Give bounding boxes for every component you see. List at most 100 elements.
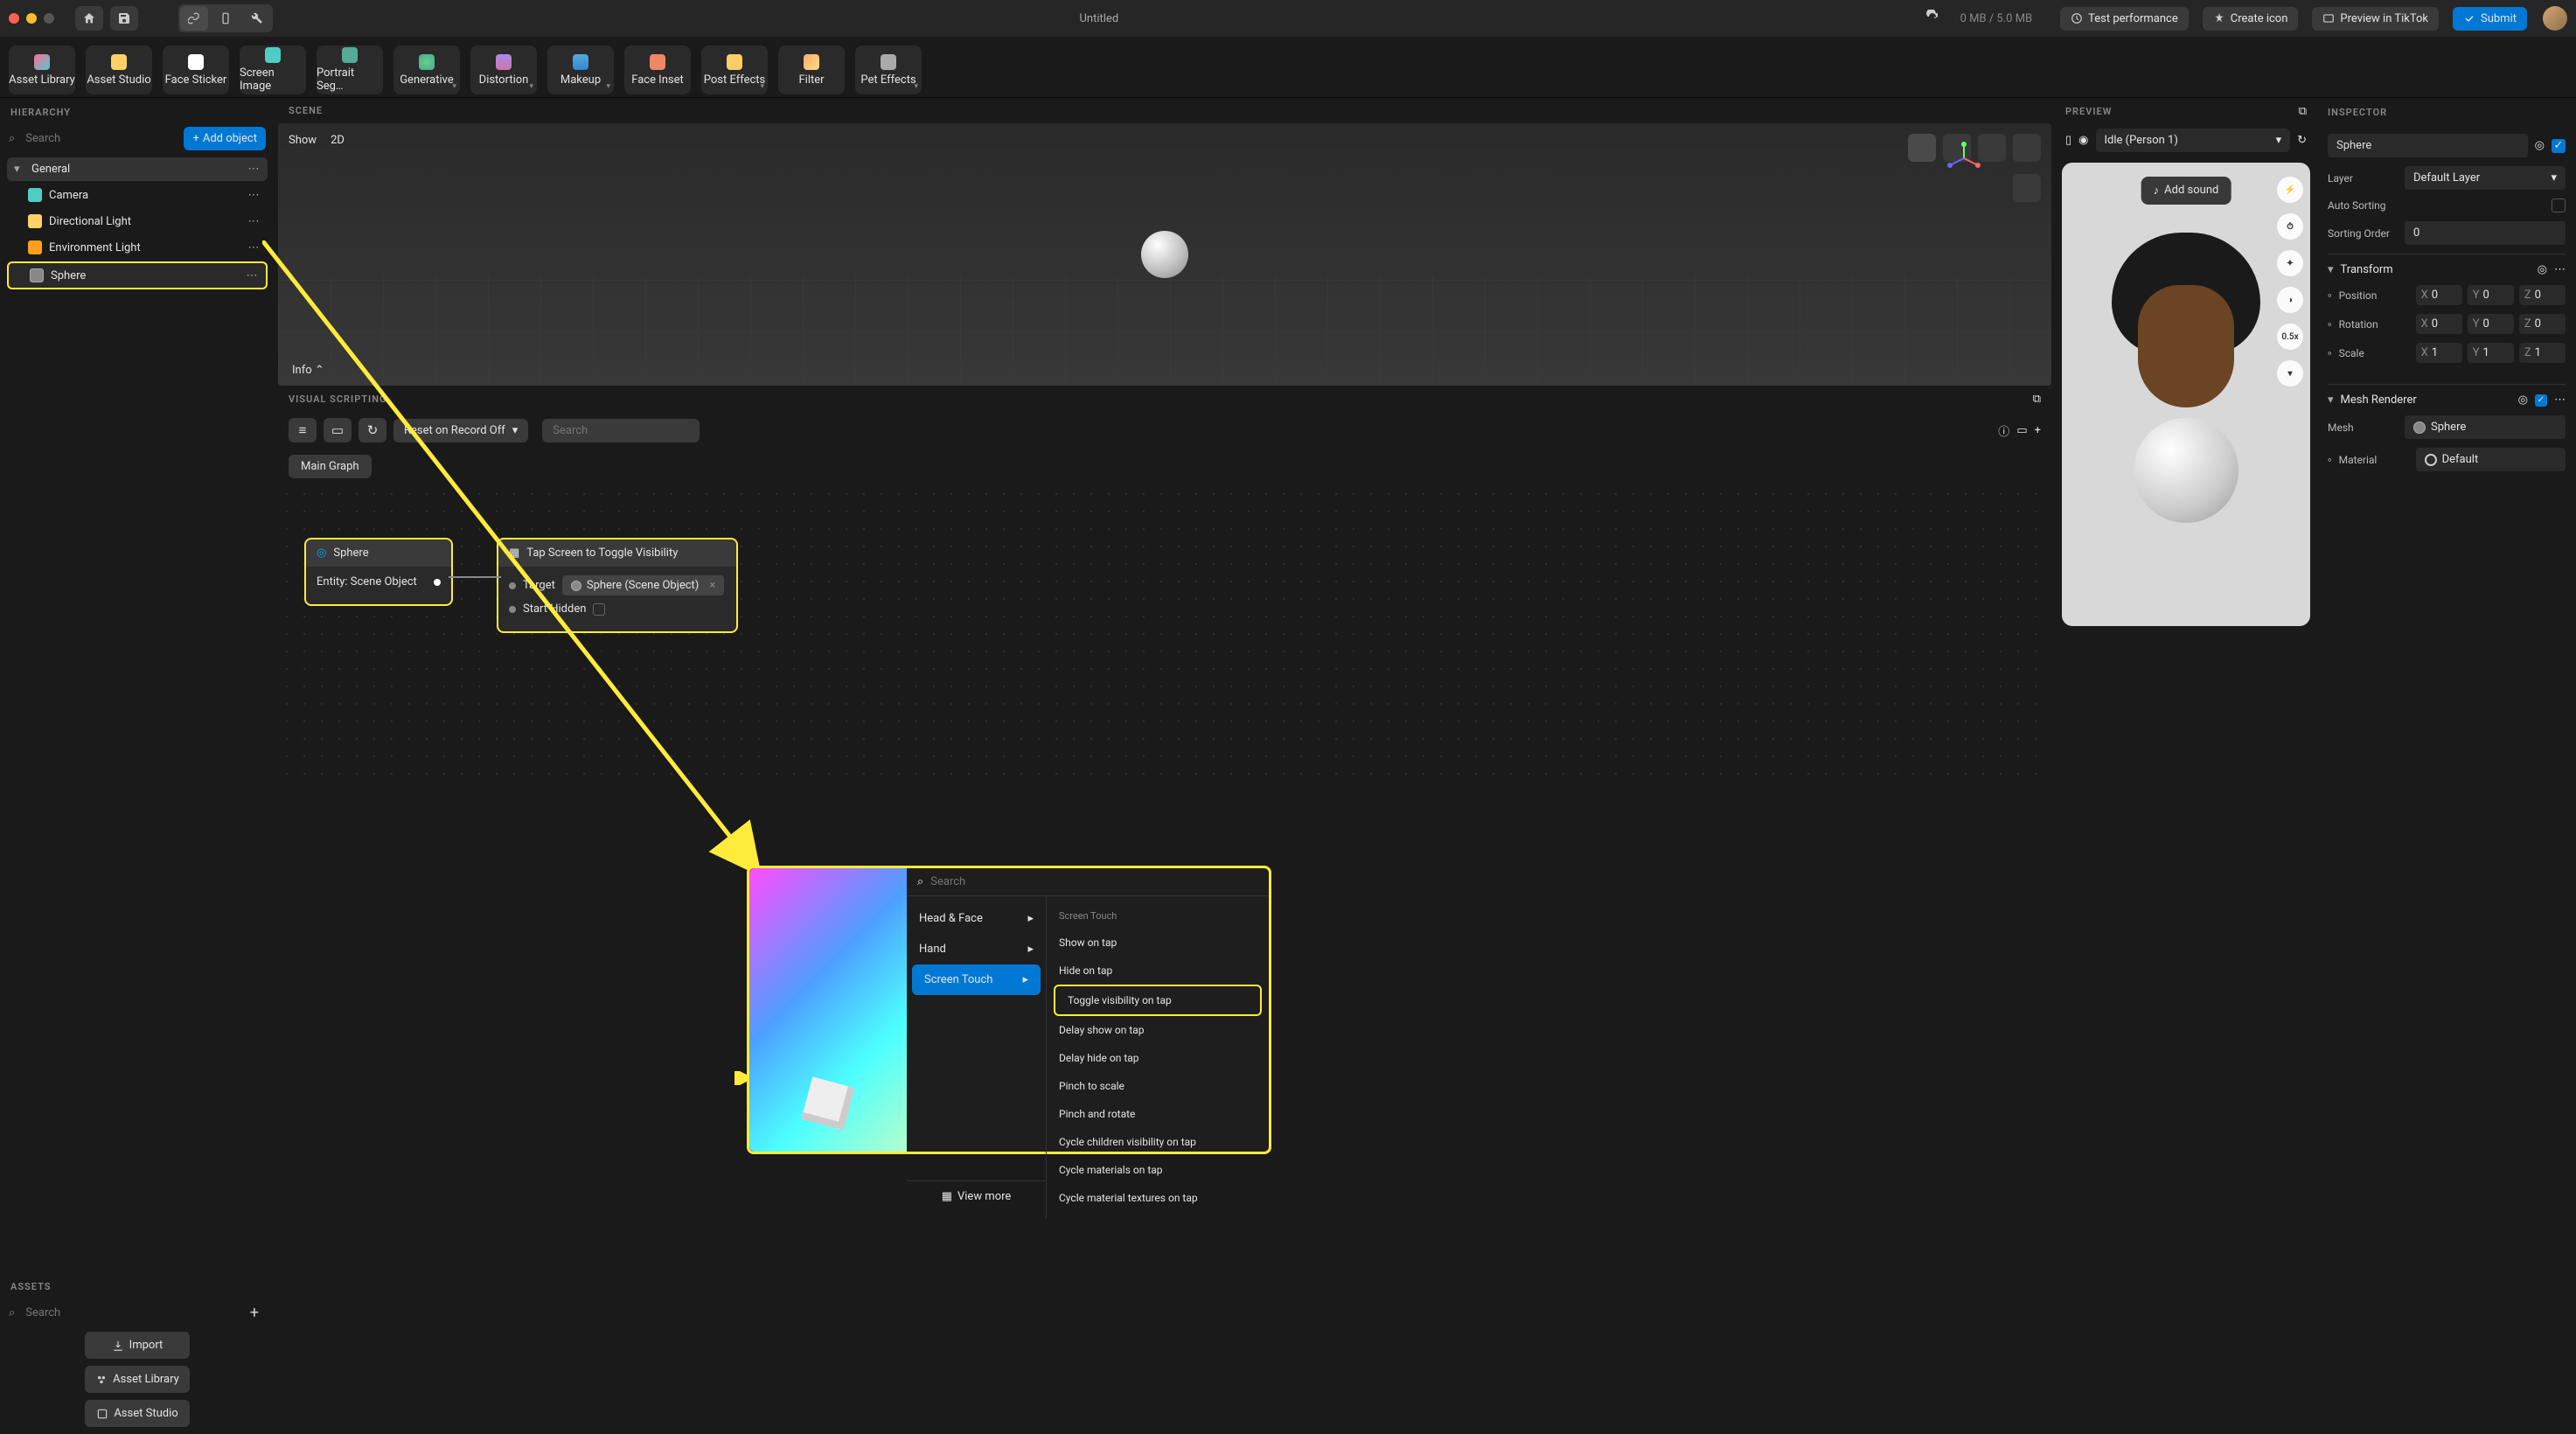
tree-item-directional-light[interactable]: Directional Light⋯ [7,209,268,233]
context-menu-icon[interactable]: ⋯ [247,163,261,176]
scene-viewport[interactable]: Show 2D Info ⌃ [278,123,2051,386]
link-icon[interactable]: ◦ [2328,289,2332,303]
tree-item-environment-light[interactable]: Environment Light⋯ [7,235,268,260]
item-pinch-to-scale[interactable]: Pinch to scale [1047,1072,1269,1100]
effects-button[interactable]: ◑ [2277,287,2303,313]
add-object-button[interactable]: +Add object [184,127,266,150]
tool-post-effects[interactable]: Post Effects [701,45,768,94]
expand-button[interactable]: ▾ [2277,360,2303,386]
move-gizmo-button[interactable] [1908,134,1936,162]
scl-y-input[interactable]: Y1 [2468,343,2514,363]
vs-reset-dropdown[interactable]: Reset on Record Off▾ [393,419,528,442]
view-more-button[interactable]: ▦View more [907,1180,1046,1212]
user-avatar[interactable] [2543,6,2567,31]
vs-info-button[interactable]: ⓘ [1998,422,2009,439]
category-hand[interactable]: Hand▸ [907,934,1046,964]
reset-icon[interactable]: ◎ [2518,393,2528,407]
item-show-on-tap[interactable]: Show on tap [1047,929,1269,957]
link-icon[interactable]: ◦ [2328,453,2332,467]
context-menu-icon[interactable]: ⋯ [247,189,261,202]
minimize-window-icon[interactable] [26,13,37,24]
layer-dropdown[interactable]: Default Layer▾ [2405,166,2566,190]
more-icon[interactable]: ⋯ [2554,263,2566,276]
preview-tiktok-button[interactable]: Preview in TikTok [2312,7,2439,31]
item-cycle-materials[interactable]: Cycle materials on tap [1047,1156,1269,1184]
item-delay-show-on-tap[interactable]: Delay show on tap [1047,1016,1269,1044]
vs-list-button[interactable]: ≡ [289,418,317,442]
tools-mode-button[interactable] [243,6,271,31]
hierarchy-search-input[interactable] [20,127,178,150]
scl-x-input[interactable]: X1 [2416,343,2462,363]
popup-search-input[interactable] [930,875,1258,888]
scene-info-toggle[interactable]: Info ⌃ [292,364,324,377]
item-toggle-visibility-on-tap[interactable]: Toggle visibility on tap [1054,985,1262,1016]
transform-header[interactable]: ▾Transform◎⋯ [2328,263,2566,276]
tree-item-camera[interactable]: Camera⋯ [7,183,268,207]
tree-root-general[interactable]: ▾General⋯ [7,157,268,181]
material-field[interactable]: Default [2416,448,2566,471]
node-header[interactable]: ◎Sphere [306,539,451,567]
item-delay-hide-on-tap[interactable]: Delay hide on tap [1047,1044,1269,1072]
sorting-order-input[interactable]: 0 [2405,221,2566,245]
link-mode-button[interactable] [180,6,208,31]
mode-2d-toggle[interactable]: 2D [331,134,345,147]
submit-button[interactable]: Submit [2453,7,2527,31]
input-port[interactable] [509,606,516,613]
tool-distortion[interactable]: Distortion [470,45,537,94]
tool-face-sticker[interactable]: Face Sticker [163,45,229,94]
rot-z-input[interactable]: Z0 [2519,314,2566,334]
vs-search-input[interactable] [542,419,700,442]
scene-sphere-object[interactable] [1141,231,1188,278]
node-tap-toggle[interactable]: ▦Tap Screen to Toggle Visibility TargetS… [497,538,738,633]
tool-pet-effects[interactable]: Pet Effects [855,45,922,94]
tool-makeup[interactable]: Makeup [547,45,614,94]
close-window-icon[interactable] [9,13,19,24]
scl-z-input[interactable]: Z1 [2519,343,2566,363]
tool-face-inset[interactable]: Face Inset [624,45,691,94]
assets-search-input[interactable] [20,1301,238,1325]
input-port[interactable] [509,582,516,589]
enabled-checkbox[interactable]: ✓ [2535,394,2547,407]
popout-icon[interactable]: ⧉ [2033,393,2041,406]
reset-icon[interactable]: ◎ [2538,263,2547,276]
vs-panel-button[interactable]: ▭ [324,418,352,442]
add-sound-button[interactable]: ♪Add sound [2141,177,2231,205]
more-icon[interactable]: ⋯ [2554,393,2566,407]
pos-x-input[interactable]: X0 [2416,285,2462,305]
category-head-face[interactable]: Head & Face▸ [907,903,1046,934]
vs-refresh-button[interactable]: ↻ [359,418,386,442]
category-screen-touch[interactable]: Screen Touch▸ [912,964,1041,995]
test-performance-button[interactable]: Test performance [2060,7,2189,31]
rot-y-input[interactable]: Y0 [2468,314,2514,334]
tool-filter[interactable]: Filter [778,45,845,94]
tool-screen-image[interactable]: Screen Image [240,45,306,94]
axis-widget[interactable] [1946,141,1981,176]
scale-gizmo-button[interactable] [1978,134,2006,162]
vs-canvas[interactable]: ◎Sphere Entity: Scene Object ▦Tap Screen… [278,485,2051,783]
link-icon[interactable]: ◦ [2328,346,2332,360]
item-pinch-and-rotate[interactable]: Pinch and rotate [1047,1100,1269,1128]
tool-portrait-seg[interactable]: Portrait Seg… [317,45,383,94]
vs-layout-button[interactable]: ▭ [2016,424,2027,437]
visibility-checkbox[interactable]: ✓ [2552,139,2566,153]
vs-add-button[interactable]: + [2035,424,2041,437]
link-icon[interactable]: ◦ [2328,317,2332,331]
add-asset-button[interactable]: + [243,1304,266,1322]
asset-library-button[interactable]: Asset Library [85,1366,190,1393]
mesh-field[interactable]: Sphere [2405,415,2566,439]
device-mode-button[interactable] [212,6,240,31]
mesh-renderer-header[interactable]: ▾Mesh Renderer◎✓⋯ [2328,393,2566,407]
aspect-button[interactable]: ▯ [2065,134,2071,147]
output-port[interactable] [434,579,441,586]
target-icon[interactable]: ◎ [2535,139,2545,152]
snapshot-button[interactable]: ◉ [2078,134,2088,147]
pos-z-input[interactable]: Z0 [2519,285,2566,305]
maximize-window-icon[interactable] [44,13,54,24]
context-menu-icon[interactable]: ⋯ [245,269,259,282]
flash-button[interactable]: ⚡ [2277,177,2303,203]
pos-y-input[interactable]: Y0 [2468,285,2514,305]
refresh-preview-button[interactable]: ↻ [2297,134,2307,147]
tool-asset-library[interactable]: Asset Library [9,45,75,94]
tool-asset-studio[interactable]: Asset Studio [86,45,152,94]
context-menu-icon[interactable]: ⋯ [247,215,261,228]
